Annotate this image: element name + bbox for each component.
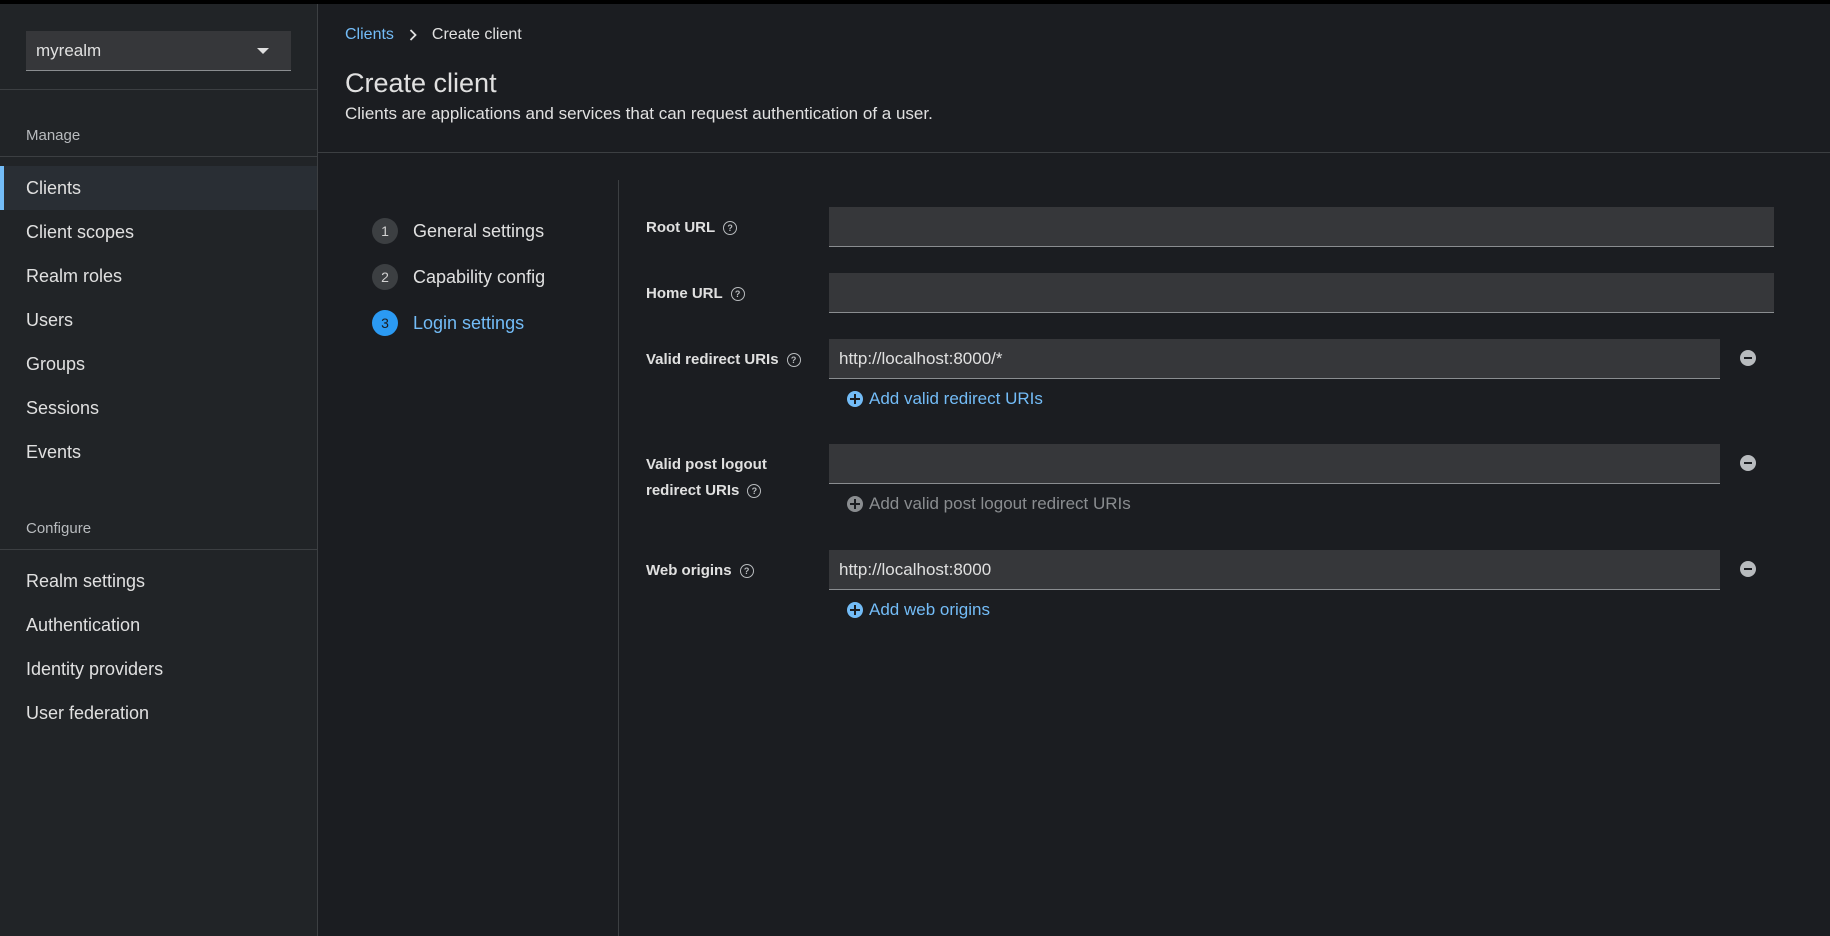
root-url-label: Root URL? <box>646 215 738 241</box>
wizard-step-login-settings[interactable]: 3 Login settings <box>372 300 545 346</box>
home-url-input[interactable] <box>829 273 1774 313</box>
add-valid-redirect-uris-button[interactable]: Add valid redirect URIs <box>847 389 1043 409</box>
valid-post-logout-label: Valid post logout redirect URIs? <box>646 452 767 504</box>
valid-post-logout-label-line1: Valid post logout <box>646 456 767 473</box>
manage-section-title: Manage <box>26 127 81 144</box>
sidebar-item-identity-providers[interactable]: Identity providers <box>0 647 317 691</box>
main-content: Clients Create client Create client Clie… <box>318 4 1830 936</box>
sidebar-item-realm-settings[interactable]: Realm settings <box>0 559 317 603</box>
sidebar-item-authentication[interactable]: Authentication <box>0 603 317 647</box>
manage-nav: Clients Client scopes Realm roles Users … <box>0 166 317 474</box>
plus-circle-icon <box>847 496 863 512</box>
sidebar-divider <box>0 156 317 157</box>
add-web-origins-label: Add web origins <box>869 600 990 619</box>
wizard-step-capability-config[interactable]: 2 Capability config <box>372 254 545 300</box>
sidebar-divider <box>0 89 317 90</box>
breadcrumb: Clients Create client <box>345 26 522 44</box>
remove-web-origin-button[interactable] <box>1740 561 1756 577</box>
sidebar-item-user-federation[interactable]: User federation <box>0 691 317 735</box>
sidebar-divider <box>0 549 317 550</box>
help-circle-icon[interactable]: ? <box>723 221 738 236</box>
remove-post-logout-redirect-uri-button[interactable] <box>1740 455 1756 471</box>
help-circle-icon[interactable]: ? <box>730 287 745 302</box>
page-description: Clients are applications and services th… <box>345 104 933 123</box>
home-url-label: Home URL? <box>646 281 745 307</box>
sidebar-item-events[interactable]: Events <box>0 430 317 474</box>
step-number: 3 <box>372 310 398 336</box>
sidebar-item-client-scopes[interactable]: Client scopes <box>0 210 317 254</box>
wizard-divider <box>618 180 619 936</box>
valid-redirect-uri-input[interactable] <box>829 339 1720 379</box>
breadcrumb-current: Create client <box>431 26 522 43</box>
plus-circle-icon <box>847 602 863 618</box>
wizard-nav: 1 General settings 2 Capability config 3… <box>372 208 545 346</box>
root-url-label-text: Root URL <box>646 219 716 236</box>
plus-circle-icon <box>847 391 863 407</box>
add-valid-post-logout-redirect-uris-button[interactable]: Add valid post logout redirect URIs <box>847 494 1131 514</box>
root-url-input[interactable] <box>829 207 1774 247</box>
help-circle-icon[interactable]: ? <box>747 484 762 499</box>
sidebar-item-sessions[interactable]: Sessions <box>0 386 317 430</box>
sidebar: myrealm Manage Clients Client scopes Rea… <box>0 4 318 936</box>
web-origins-label: Web origins? <box>646 558 754 584</box>
step-label: General settings <box>413 220 545 241</box>
realm-selector[interactable]: myrealm <box>26 31 291 71</box>
valid-post-logout-label-line2-row: redirect URIs? <box>646 478 767 504</box>
add-web-origins-button[interactable]: Add web origins <box>847 600 990 620</box>
configure-nav: Realm settings Authentication Identity p… <box>0 559 317 735</box>
sidebar-item-realm-roles[interactable]: Realm roles <box>0 254 317 298</box>
realm-selector-label: myrealm <box>36 40 102 60</box>
web-origins-label-text: Web origins <box>646 562 732 579</box>
step-label: Login settings <box>413 312 525 333</box>
sidebar-item-groups[interactable]: Groups <box>0 342 317 386</box>
sidebar-item-clients[interactable]: Clients <box>0 166 317 210</box>
add-valid-post-logout-redirect-uris-label: Add valid post logout redirect URIs <box>869 494 1131 513</box>
add-valid-redirect-uris-label: Add valid redirect URIs <box>869 389 1043 408</box>
remove-redirect-uri-button[interactable] <box>1740 350 1756 366</box>
page-title: Create client <box>345 68 497 98</box>
configure-section-title: Configure <box>26 520 92 537</box>
web-origin-input[interactable] <box>829 550 1720 590</box>
step-label: Capability config <box>413 266 546 287</box>
sidebar-item-users[interactable]: Users <box>0 298 317 342</box>
valid-redirect-uris-label: Valid redirect URIs? <box>646 347 801 373</box>
help-circle-icon[interactable]: ? <box>786 353 801 368</box>
chevron-right-icon <box>409 29 417 41</box>
valid-post-logout-redirect-uri-input[interactable] <box>829 444 1720 484</box>
help-circle-icon[interactable]: ? <box>739 564 754 579</box>
caret-down-icon <box>257 47 269 54</box>
valid-post-logout-label-line2: redirect URIs <box>646 482 740 499</box>
step-number: 2 <box>372 264 398 290</box>
step-number: 1 <box>372 218 398 244</box>
home-url-label-text: Home URL <box>646 285 723 302</box>
breadcrumb-clients-link[interactable]: Clients <box>345 26 394 44</box>
valid-redirect-uris-label-text: Valid redirect URIs <box>646 351 779 368</box>
wizard-step-general-settings[interactable]: 1 General settings <box>372 208 545 254</box>
header-divider <box>318 152 1830 153</box>
